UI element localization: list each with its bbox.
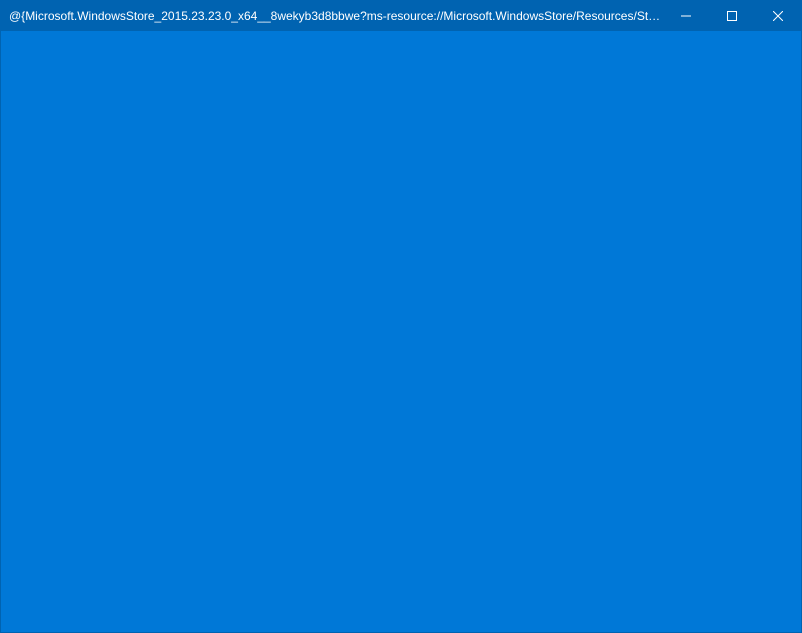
maximize-button[interactable] bbox=[709, 1, 755, 31]
titlebar: @{Microsoft.WindowsStore_2015.23.23.0_x6… bbox=[1, 1, 801, 31]
close-button[interactable] bbox=[755, 1, 801, 31]
minimize-icon bbox=[681, 11, 691, 21]
app-window: @{Microsoft.WindowsStore_2015.23.23.0_x6… bbox=[0, 0, 802, 633]
maximize-icon bbox=[727, 11, 737, 21]
minimize-button[interactable] bbox=[663, 1, 709, 31]
close-icon bbox=[773, 11, 783, 21]
window-controls bbox=[663, 1, 801, 31]
content-area bbox=[1, 31, 801, 632]
window-title: @{Microsoft.WindowsStore_2015.23.23.0_x6… bbox=[1, 1, 663, 31]
